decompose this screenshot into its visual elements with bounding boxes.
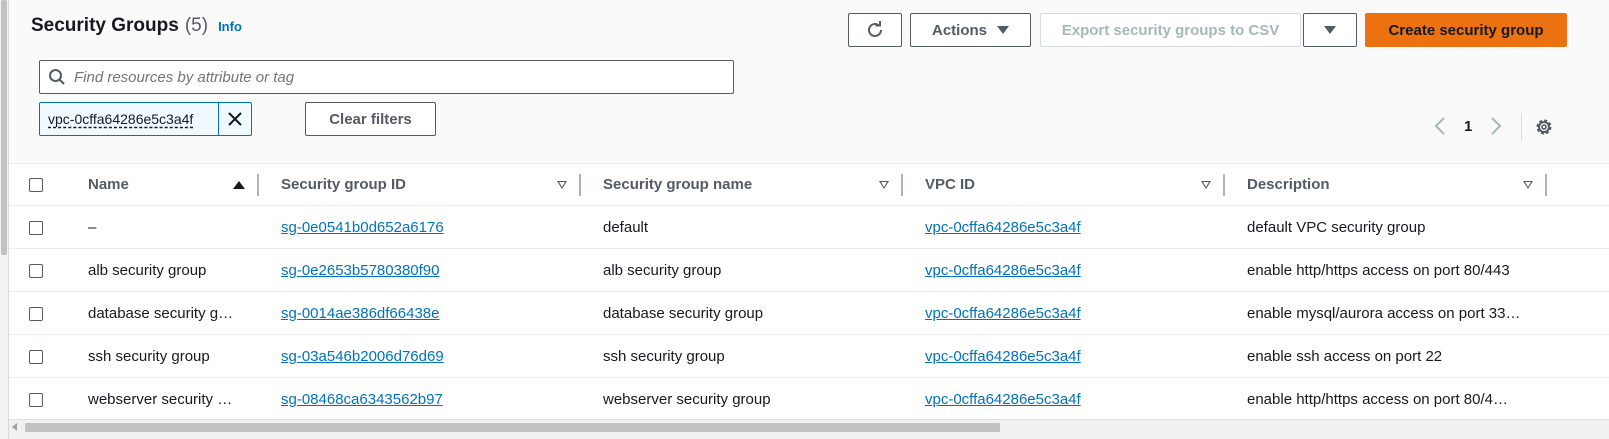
row-checkbox[interactable] (29, 392, 43, 407)
cell-name: alb security group (88, 261, 207, 279)
export-csv-button[interactable]: Export security groups to CSV (1040, 13, 1301, 47)
column-label: VPC ID (925, 176, 976, 193)
cell-name: ssh security group (88, 347, 210, 365)
actions-label: Actions (931, 21, 987, 39)
cell-group-name: database security group (603, 304, 764, 322)
search-box[interactable] (39, 60, 734, 94)
cell-description: enable ssh access on port 22 (1247, 347, 1443, 365)
pagination: 1 (1434, 116, 1502, 136)
left-scrollbar[interactable] (0, 0, 9, 439)
row-checkbox[interactable] (29, 263, 43, 278)
search-input[interactable] (74, 68, 714, 86)
vpc-id-link[interactable]: vpc-0cffa64286e5c3a4f (925, 305, 1081, 322)
chevron-left-icon[interactable] (1434, 116, 1446, 136)
cell-description: enable http/https access on port 80/443 (1247, 261, 1510, 279)
sort-icon (879, 180, 889, 189)
create-security-group-button[interactable]: Create security group (1365, 13, 1567, 47)
table-header-row: Name Security group ID Security group na… (9, 163, 1609, 206)
sort-icon (557, 180, 567, 189)
column-header-vpc-id[interactable]: VPC ID (903, 164, 1225, 206)
cell-group-name: alb security group (603, 261, 722, 279)
vpc-id-link[interactable]: vpc-0cffa64286e5c3a4f (925, 391, 1081, 408)
refresh-button[interactable] (848, 13, 902, 47)
vpc-id-link[interactable]: vpc-0cffa64286e5c3a4f (925, 262, 1081, 279)
table-row[interactable]: webserver security … sg-08468ca6343562b9… (9, 378, 1609, 421)
cell-name: – (88, 218, 97, 236)
column-header-group-name[interactable]: Security group name (581, 164, 903, 206)
column-label: Security group name (603, 176, 753, 193)
actions-button[interactable]: Actions (910, 13, 1031, 47)
settings-gear-icon[interactable] (1534, 117, 1554, 142)
clear-filters-button[interactable]: Clear filters (305, 102, 436, 136)
sort-icon (1523, 180, 1533, 189)
pager-divider (1521, 113, 1522, 141)
create-label: Create security group (1388, 21, 1544, 39)
clear-filters-label: Clear filters (329, 110, 412, 128)
cell-group-name: ssh security group (603, 347, 725, 365)
table-row[interactable]: alb security group sg-0e2653b5780380f90 … (9, 249, 1609, 292)
column-label: Name (88, 176, 129, 193)
left-scrollbar-thumb[interactable] (1, 0, 7, 255)
cell-description: default VPC security group (1247, 218, 1426, 236)
column-label: Description (1247, 176, 1330, 193)
cell-description: enable http/https access on port 80/4… (1247, 390, 1508, 408)
cell-name: database security g… (88, 304, 234, 322)
security-group-id-link[interactable]: sg-0e2653b5780380f90 (281, 262, 439, 279)
horizontal-scrollbar[interactable] (9, 419, 1609, 439)
group-count: (5) (184, 15, 209, 36)
header-area: Security Groups (5) Info Actions Export … (9, 0, 1609, 164)
column-header-name[interactable]: Name (65, 164, 259, 206)
caret-down-icon (1324, 26, 1336, 34)
horizontal-scrollbar-thumb[interactable] (25, 423, 1000, 432)
page-title-row: Security Groups (5) Info (31, 15, 242, 37)
security-groups-table: Name Security group ID Security group na… (9, 163, 1609, 421)
caret-down-icon (997, 26, 1009, 34)
column-header-description[interactable]: Description (1225, 164, 1547, 206)
security-group-id-link[interactable]: sg-03a546b2006d76d69 (281, 348, 444, 365)
cell-description: enable mysql/aurora access on port 33… (1247, 304, 1521, 322)
row-checkbox[interactable] (29, 220, 43, 235)
security-group-id-link[interactable]: sg-0014ae386df66438e (281, 305, 439, 322)
page-title: Security Groups (31, 15, 179, 36)
export-dropdown-button[interactable] (1303, 13, 1357, 47)
cell-group-name: default (603, 218, 649, 236)
security-group-id-link[interactable]: sg-0e0541b0d652a6176 (281, 219, 444, 236)
scroll-left-icon[interactable] (12, 423, 17, 431)
security-group-id-link[interactable]: sg-08468ca6343562b97 (281, 391, 443, 408)
search-icon (40, 68, 74, 86)
table-row[interactable]: – sg-0e0541b0d652a6176 default vpc-0cffa… (9, 206, 1609, 249)
table-row[interactable]: database security g… sg-0014ae386df66438… (9, 292, 1609, 335)
select-all-checkbox[interactable] (29, 178, 43, 193)
column-label: Security group ID (281, 176, 407, 193)
column-header-group-id[interactable]: Security group ID (259, 164, 581, 206)
page-number[interactable]: 1 (1464, 118, 1472, 135)
vpc-id-link[interactable]: vpc-0cffa64286e5c3a4f (925, 348, 1081, 365)
filter-token-label: vpc-0cffa64286e5c3a4f (40, 103, 220, 135)
filter-token[interactable]: vpc-0cffa64286e5c3a4f (39, 102, 252, 136)
chevron-right-icon[interactable] (1490, 116, 1502, 136)
refresh-icon (868, 21, 882, 37)
export-csv-label: Export security groups to CSV (1061, 21, 1280, 39)
table-row[interactable]: ssh security group sg-03a546b2006d76d69 … (9, 335, 1609, 378)
row-checkbox[interactable] (29, 306, 43, 321)
sort-icon (1201, 180, 1211, 189)
info-link[interactable]: Info (218, 19, 242, 34)
sort-ascending-icon (233, 180, 245, 189)
row-checkbox[interactable] (29, 349, 43, 364)
vpc-id-link[interactable]: vpc-0cffa64286e5c3a4f (925, 219, 1081, 236)
cell-name: webserver security … (88, 390, 233, 408)
remove-filter-icon[interactable] (219, 103, 251, 135)
cell-group-name: webserver security group (603, 390, 771, 408)
